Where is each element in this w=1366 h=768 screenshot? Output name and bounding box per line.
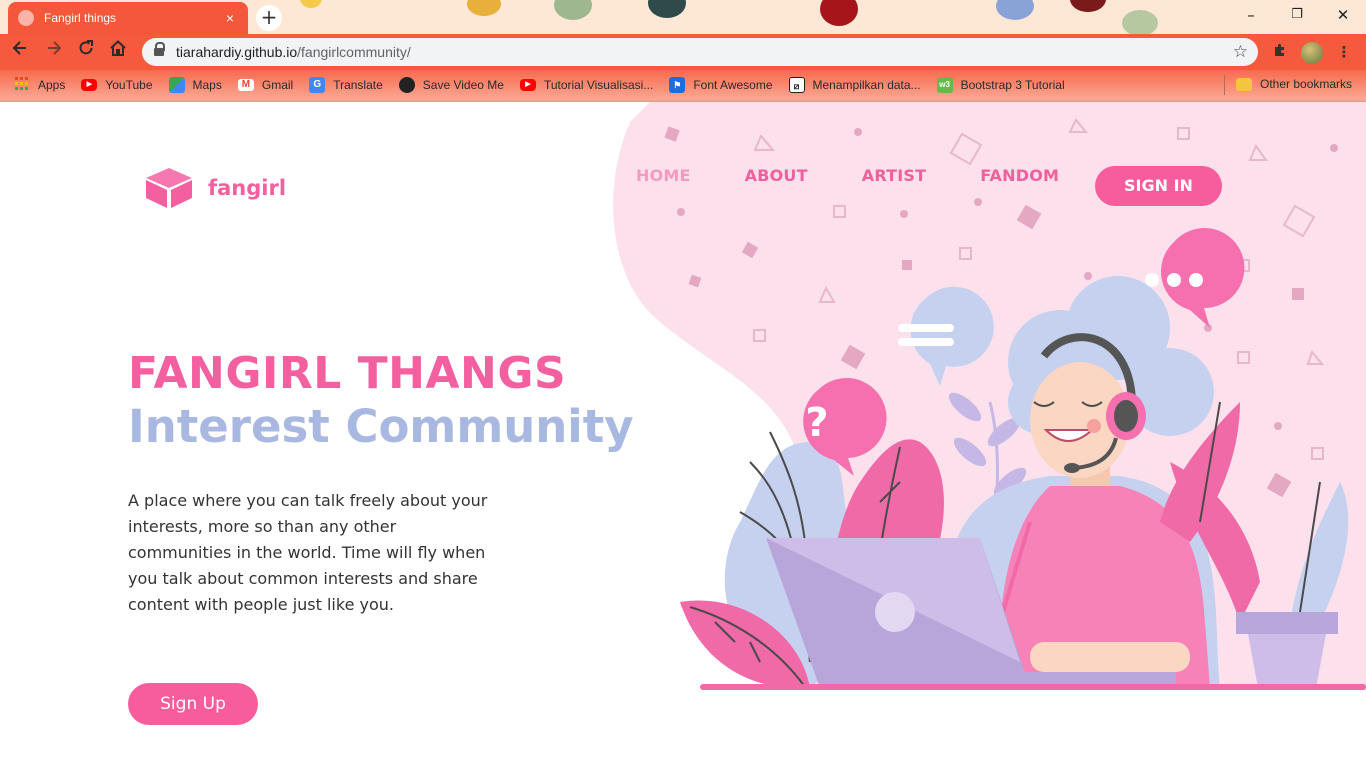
main-nav: HOME ABOUT ARTIST FANDOM [636,166,1113,185]
logo-text: fangirl [208,176,287,200]
bookmark-bootstrap[interactable]: w3 Bootstrap 3 Tutorial [936,77,1065,93]
youtube-icon: ▶ [519,79,536,91]
nav-artist[interactable]: ARTIST [862,166,927,185]
minimize-icon[interactable]: – [1228,0,1274,30]
other-bookmarks-label: Other bookmarks [1260,77,1353,91]
site-logo[interactable]: fangirl [144,166,286,210]
nav-home[interactable]: HOME [636,166,691,185]
apps-grid-icon [14,77,30,93]
menu-icon[interactable]: ⋮ [1334,42,1354,62]
globe-icon [398,77,415,93]
restore-icon[interactable]: ❐ [1274,0,1320,30]
star-icon[interactable]: ☆ [1233,42,1248,62]
tab-title: Fangirl things [44,11,117,25]
extensions-icon[interactable] [1270,42,1290,62]
folder-icon [1236,77,1252,91]
translate-icon: G [309,77,326,93]
bookmark-label: Bootstrap 3 Tutorial [960,78,1065,92]
bookmark-youtube[interactable]: ▶ YouTube [81,78,153,92]
w3-icon: w3 [936,77,953,93]
globe-icon [18,10,34,26]
decorative-dot [554,0,592,20]
decorative-dot [467,0,501,16]
sign-up-button[interactable]: Sign Up [128,683,258,725]
hero-description: A place where you can talk freely about … [128,491,488,614]
lock-icon [154,42,165,57]
decorative-dot [300,0,322,8]
bookmark-translate[interactable]: G Translate [309,77,383,93]
back-icon[interactable] [6,38,34,66]
hero-subtitle: Interest Community [128,400,634,453]
browser-tab[interactable]: Fangirl things × [8,2,248,34]
decorative-dot [820,0,858,26]
bookmark-site-icon: ⧄ [788,77,805,93]
bookmark-label: Maps [192,78,222,92]
close-window-icon[interactable]: ✕ [1320,0,1366,30]
forward-icon[interactable] [40,38,68,66]
bookmark-label: Menampilkan data... [812,78,921,92]
home-icon[interactable] [104,38,132,66]
web-page: ? fangirl HOME ABOUT ARTIST FANDOM SIGN … [0,102,1366,768]
bookmarks-bar: Apps ▶ YouTube Maps M Gmail G Translate … [0,70,1366,100]
bookmark-label: Save Video Me [422,78,504,92]
flag-icon: ⚑ [669,77,686,93]
new-tab-button[interactable]: + [256,5,282,31]
box-icon [146,168,192,208]
nav-about[interactable]: ABOUT [745,166,808,185]
decorative-dot [648,0,686,18]
decorative-dot [1122,10,1158,34]
bookmark-apps[interactable]: Apps [14,77,65,93]
bookmark-tutorial[interactable]: ▶ Tutorial Visualisasi... [519,78,654,92]
sign-in-button[interactable]: SIGN IN [1095,166,1222,206]
tab-strip: Fangirl things × + – ❐ ✕ [0,0,1366,34]
bookmark-save-video[interactable]: Save Video Me [398,77,504,93]
bookmark-label: YouTube [105,78,153,92]
url-host: tiarahardiy.github.io [176,44,298,60]
bookmark-menampilkan[interactable]: ⧄ Menampilkan data... [788,77,921,93]
bookmark-gmail[interactable]: M Gmail [237,78,294,92]
decorative-dot [1070,0,1106,12]
youtube-icon: ▶ [81,79,98,91]
maps-icon [168,77,185,93]
bookmark-label: Font Awesome [693,78,773,92]
reload-icon[interactable] [72,38,100,66]
bookmark-maps[interactable]: Maps [168,77,222,93]
close-icon[interactable]: × [222,10,238,26]
url-path: /fangirlcommunity/ [297,44,411,60]
bookmark-label: Apps [38,78,66,92]
bookmark-label: Tutorial Visualisasi... [543,78,654,92]
hero-title: FANGIRL THANGS [128,348,567,399]
decorative-dot [996,0,1034,20]
address-bar[interactable]: tiarahardiy.github.io/fangirlcommunity/ … [142,38,1258,66]
other-bookmarks[interactable]: Other bookmarks [1236,77,1352,91]
nav-fandom[interactable]: FANDOM [980,166,1059,185]
bookmark-label: Translate [333,78,383,92]
question-mark: ? [805,400,828,446]
bookmark-font-awesome[interactable]: ⚑ Font Awesome [669,77,773,93]
hero-illustration: ? [613,102,1366,690]
gmail-icon: M [237,79,254,91]
bookmarks-separator [1224,75,1225,95]
browser-toolbar: tiarahardiy.github.io/fangirlcommunity/ … [0,34,1366,70]
bookmark-label: Gmail [261,78,294,92]
profile-avatar[interactable] [1301,42,1323,64]
